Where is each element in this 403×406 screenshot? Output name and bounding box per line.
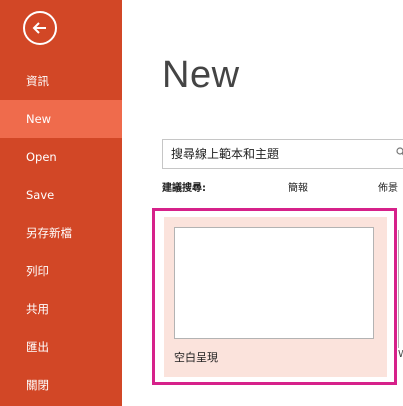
back-arrow-icon: [32, 22, 46, 34]
search-icon[interactable]: [396, 147, 403, 162]
suggested-search-link[interactable]: 簡報: [288, 179, 308, 194]
sidebar-item-export[interactable]: 匯出: [0, 328, 122, 366]
sidebar-item-new[interactable]: New: [0, 100, 122, 138]
sidebar-item-close[interactable]: 關閉: [0, 366, 122, 404]
sidebar-item-print[interactable]: 列印: [0, 252, 122, 290]
template-thumbnail-partial[interactable]: [398, 230, 403, 348]
page-title: New: [162, 54, 240, 96]
search-box[interactable]: [162, 139, 403, 169]
template-label-partial: W: [398, 349, 403, 360]
sidebar-item-save[interactable]: Save: [0, 176, 122, 214]
back-button[interactable]: [23, 11, 57, 45]
highlight-frame: [152, 208, 397, 385]
backstage-view: 資訊 New Open Save 另存新檔 列印 共用 匯出 關閉 New 建議…: [0, 0, 403, 406]
sidebar-item-info[interactable]: 資訊: [0, 62, 122, 100]
suggested-search-link[interactable]: 佈景: [378, 179, 398, 194]
search-input[interactable]: [171, 140, 391, 168]
suggested-searches-label: 建議搜尋:: [162, 183, 206, 194]
sidebar-item-open[interactable]: Open: [0, 138, 122, 176]
sidebar: 資訊 New Open Save 另存新檔 列印 共用 匯出 關閉: [0, 0, 122, 406]
sidebar-item-share[interactable]: 共用: [0, 290, 122, 328]
sidebar-item-save-as[interactable]: 另存新檔: [0, 214, 122, 252]
